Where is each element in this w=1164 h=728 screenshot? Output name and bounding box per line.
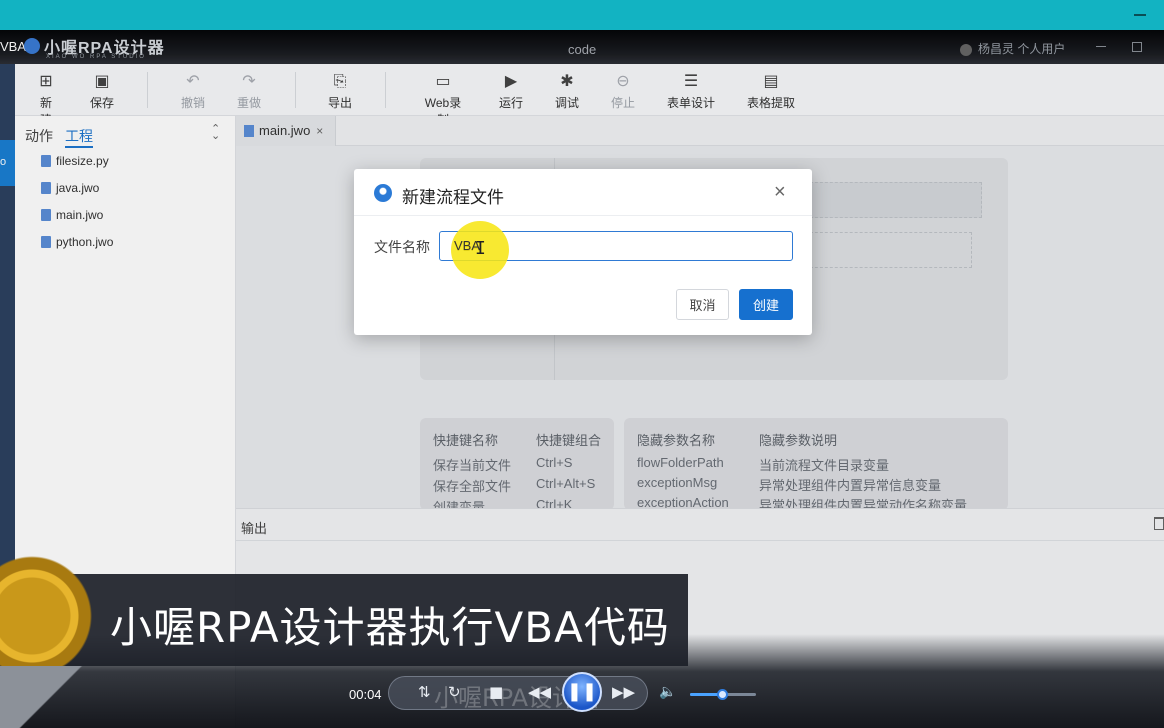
dialog-divider	[354, 215, 812, 216]
loop-icon[interactable]: ⇅	[418, 683, 431, 701]
rewind-icon[interactable]: ◀◀	[528, 683, 551, 701]
create-button[interactable]: 创建	[739, 289, 793, 320]
file-name-label: 文件名称	[374, 239, 430, 255]
app-logo-icon	[374, 184, 392, 202]
pause-icon: ❚❚	[566, 681, 598, 702]
minimize-line[interactable]	[1134, 14, 1146, 16]
video-player-overlay: 小喔RPA设计器执行VBA代码 00:04 小喔RPA设计器 ⇅ ↻ ■ ◀◀ …	[0, 544, 1164, 728]
top-bar	[0, 0, 1164, 30]
dialog-title: 新建流程文件	[402, 188, 504, 207]
text-cursor-icon: I	[475, 238, 486, 259]
replay-icon[interactable]: ↻	[448, 683, 461, 701]
close-icon[interactable]: ×	[774, 181, 786, 204]
volume-knob[interactable]	[717, 689, 728, 700]
playback-time: 00:04	[349, 687, 382, 702]
new-flow-file-dialog: 新建流程文件 × 文件名称 取消 创建	[354, 169, 812, 335]
cancel-button[interactable]: 取消	[676, 289, 729, 320]
volume-icon[interactable]: 🔈	[659, 684, 676, 700]
video-caption: 小喔RPA设计器执行VBA代码	[110, 603, 670, 652]
pause-button[interactable]: ❚❚	[562, 672, 602, 712]
decorative-wedge	[0, 666, 140, 728]
fast-forward-icon[interactable]: ▶▶	[612, 683, 635, 701]
volume-slider[interactable]	[690, 689, 756, 700]
stop-icon[interactable]: ■	[489, 683, 503, 701]
